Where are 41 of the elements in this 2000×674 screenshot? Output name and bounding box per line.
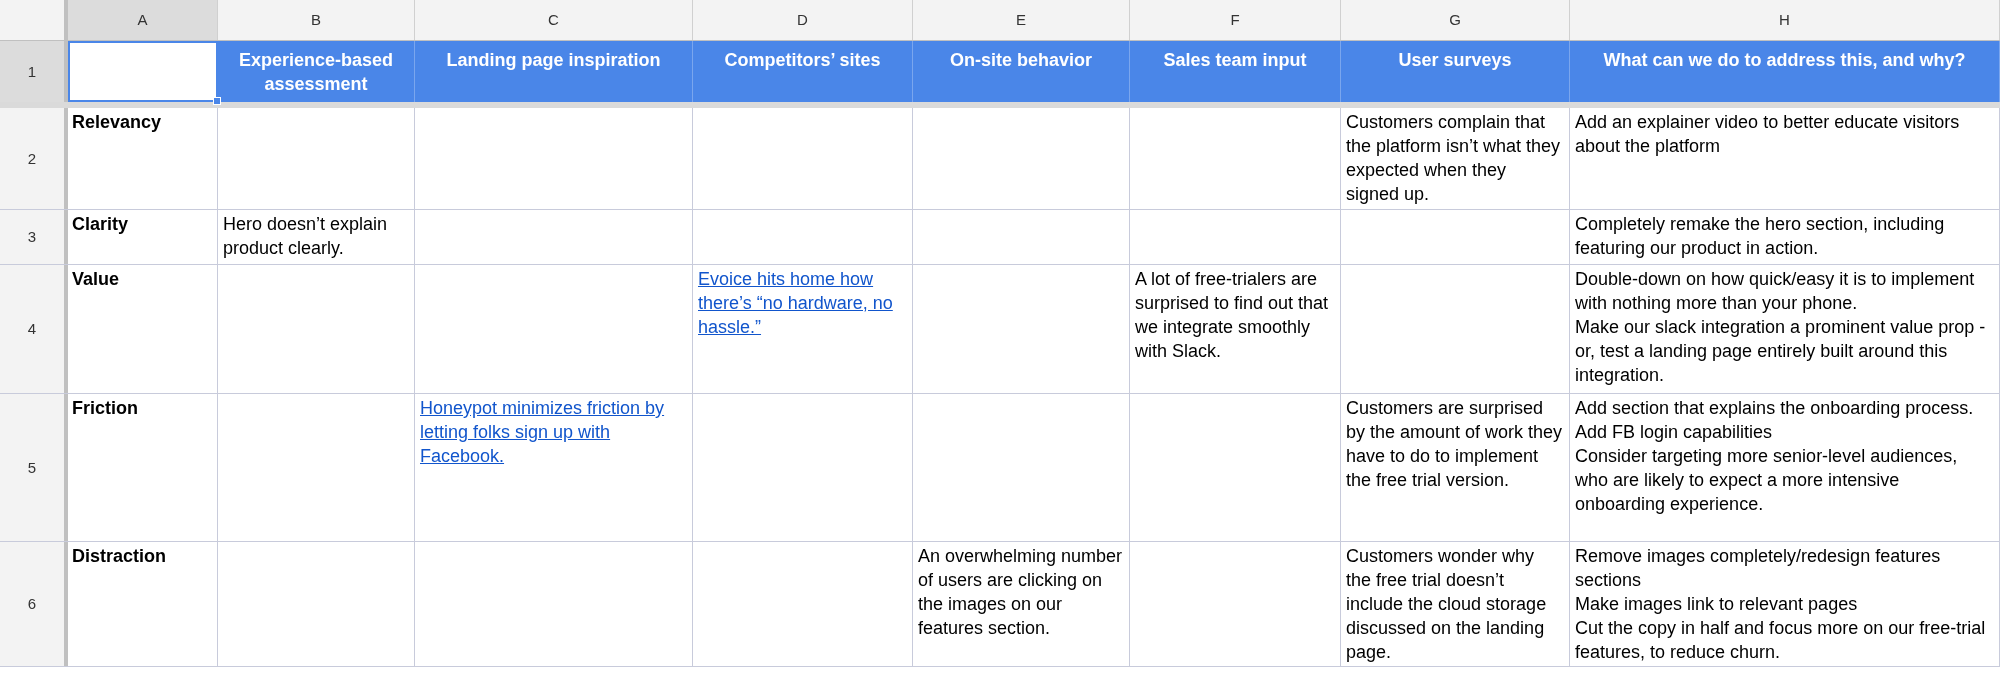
table-cell: Hero doesn’t explain product clearly.: [218, 210, 415, 264]
column-title: What can we do to address this, and why?: [1570, 41, 2000, 102]
column-header[interactable]: A: [68, 0, 218, 40]
column-header[interactable]: E: [913, 0, 1130, 40]
table-cell: Add section that explains the onboarding process. Add FB login capabilities Consider targeting more senior-level audiences, who are likely to expect a more intensive onboarding experience.: [1570, 394, 2000, 541]
table-cell: Customers are surprised by the amount of work they have to do to implement the free trial version.: [1341, 394, 1570, 541]
row-label: Clarity: [68, 210, 218, 264]
table-cell: Customers wonder why the free trial doesn’t include the cloud storage discussed on the landing page.: [1341, 542, 1570, 666]
table-cell: Completely remake the hero section, including featuring our product in action.: [1570, 210, 2000, 264]
column-title: Landing page inspiration: [415, 41, 693, 102]
table-cell: A lot of free-trialers are surprised to find out that we integrate smoothly with Slack.: [1130, 265, 1341, 393]
row-label: Value: [68, 265, 218, 393]
row-label: Relevancy: [68, 108, 218, 209]
table-cell: Customers complain that the platform isn’t what they expected when they signed up.: [1341, 108, 1570, 209]
column-header[interactable]: G: [1341, 0, 1570, 40]
row-header[interactable]: 2: [0, 108, 68, 209]
column-header[interactable]: H: [1570, 0, 2000, 40]
column-title: Sales team input: [1130, 41, 1341, 102]
cell-link[interactable]: Evoice hits home how there’s “no hardware, no hassle.”: [698, 267, 907, 339]
table-cell[interactable]: [68, 41, 218, 102]
row-header[interactable]: 6: [0, 542, 68, 666]
row-header[interactable]: 5: [0, 394, 68, 541]
table-cell: Double-down on how quick/easy it is to implement with nothing more than your phone. Make our slack integration a prominent value prop - or, test a landing page entirely built around this integration.: [1570, 265, 2000, 393]
column-title: User surveys: [1341, 41, 1570, 102]
column-header[interactable]: C: [415, 0, 693, 40]
column-header[interactable]: F: [1130, 0, 1341, 40]
column-header[interactable]: D: [693, 0, 913, 40]
column-header[interactable]: B: [218, 0, 415, 40]
cell-link[interactable]: Honeypot minimizes friction by letting folks sign up with Facebook.: [420, 396, 687, 468]
row-header[interactable]: 4: [0, 265, 68, 393]
column-title: Experience-based assessment: [218, 41, 415, 102]
table-cell: Add an explainer video to better educate visitors about the platform: [1570, 108, 2000, 209]
column-title: On-site behavior: [913, 41, 1130, 102]
fill-handle[interactable]: [213, 97, 221, 105]
row-label: Distraction: [68, 542, 218, 666]
row-header[interactable]: 1: [0, 41, 68, 102]
column-title: Competitors’ sites: [693, 41, 913, 102]
row-header[interactable]: 3: [0, 210, 68, 264]
row-label: Friction: [68, 394, 218, 541]
table-cell: Remove images completely/redesign features sections Make images link to relevant pages Cut the copy in half and focus more on our free-trial features, to reduce churn.: [1570, 542, 2000, 666]
table-cell: An overwhelming number of users are clicking on the images on our features section.: [913, 542, 1130, 666]
